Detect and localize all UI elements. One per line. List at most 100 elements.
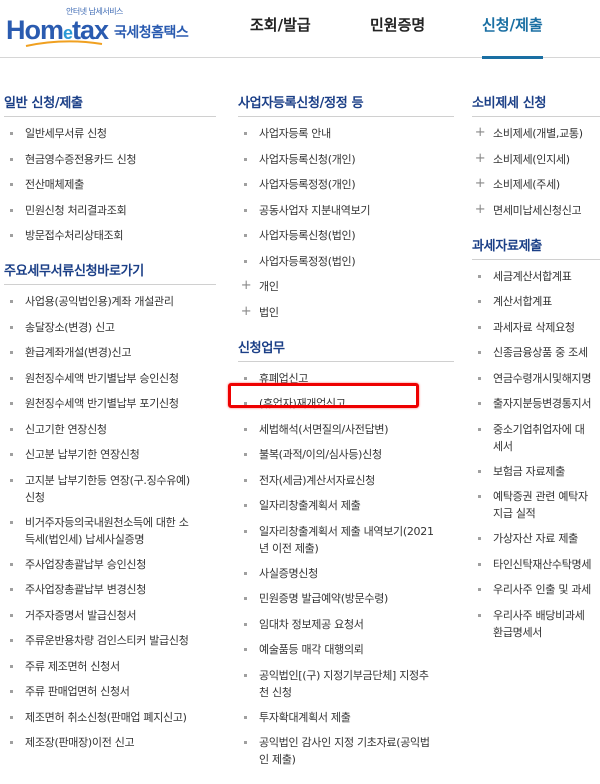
menu-link-label: 원천징수세액 반기별납부 승인신청	[25, 371, 179, 385]
menu-link[interactable]: 송달장소(변경) 신고	[4, 319, 216, 336]
menu-link[interactable]: 연금수령개시및해지명	[472, 370, 600, 387]
menu-link[interactable]: 공익법인[(구) 지정기부금단체] 지정추 천 신청	[238, 667, 454, 701]
plus-icon: +	[474, 150, 486, 166]
menu-link[interactable]: + 개인	[238, 278, 454, 295]
menu-link[interactable]: 사업자등록정정(법인)	[238, 253, 454, 270]
menu-link[interactable]: 일자리창출계획서 제출 내역보기(2021 년 이전 제출)	[238, 523, 454, 557]
menu-link[interactable]: 전산매체제출	[4, 176, 216, 193]
menu-link-label: 일자리창출계획서 제출	[259, 499, 361, 512]
menu-link[interactable]: 일반세무서류 신청	[4, 125, 216, 142]
menu-link[interactable]: 신종금융상품 중 조세	[472, 344, 600, 361]
menu-link[interactable]: 제조면허 취소신청(판매업 폐지신고)	[4, 709, 216, 726]
menu-link[interactable]: 사업자등록신청(개인)	[238, 151, 454, 168]
menu-link-label: 소비제세(주세)	[493, 178, 560, 191]
nav-tab-inquiry[interactable]: 조회/발급	[250, 0, 311, 58]
menu-link[interactable]: 민원증명 발급예약(방문수령)	[238, 590, 454, 607]
column-business-registration: 사업자등록신청/정정 등사업자등록 안내사업자등록신청(개인) 사업자등록정정(개…	[238, 92, 454, 776]
section-title: 사업자등록신청/정정 등	[238, 96, 364, 111]
menu-link-label: 방문접수처리상태조회	[25, 229, 124, 242]
menu-link[interactable]: + 소비제세(개별,교통)	[472, 125, 600, 142]
menu-link[interactable]: 계산서합계표	[472, 293, 600, 310]
menu-link[interactable]: 타인신탁재산수탁명세	[472, 556, 600, 573]
menu-link-label: 주사업장총괄납부 승인신청	[25, 557, 147, 571]
section-title: 주요세무서류신청바로가기	[4, 264, 144, 279]
menu-link[interactable]: 고지분 납부기한등 연장(구.징수유예) 신청	[4, 472, 216, 506]
menu-link-label: 임대차 정보제공 요청서	[259, 617, 364, 631]
menu-link[interactable]: 세법해석(서면질의/사전답변)	[238, 421, 454, 438]
menu-section: 소비제세 신청 + 소비제세(개별,교통) + 소비제세(인지세) + 소비제세(주세) + 면…	[472, 92, 600, 219]
hometax-logo[interactable]: 안터넷 납세서비스 Hometax 국세청홈택스	[6, 6, 196, 50]
menu-link-label: 민원증명 발급예약(방문수령)	[259, 592, 389, 605]
menu-link-label: 사실증명신청	[259, 566, 318, 580]
menu-link-label: 투자확대계획서 제출	[259, 710, 351, 724]
menu-link[interactable]: 우리사주 인출 및 과세	[472, 581, 600, 598]
menu-link[interactable]: + 소비제세(인지세)	[472, 151, 600, 168]
menu-link-label: 사업용(공익법인용)계좌 개설관리	[25, 295, 174, 308]
menu-link[interactable]: 주사업장총괄납부 승인신청	[4, 556, 216, 573]
menu-link-label: 공동사업자 지분내역보기	[259, 203, 371, 217]
menu-link[interactable]: + 소비제세(주세)	[472, 176, 600, 193]
menu-link-label: 제조장(판매장)이전 신고	[25, 736, 135, 749]
section-title: 소비제세 신청	[472, 96, 547, 111]
menu-link-label: 주사업장총괄납부 변경신청	[25, 583, 147, 596]
menu-link[interactable]: 주사업장총괄납부 변경신청	[4, 581, 216, 598]
menu-link[interactable]: 현금영수증전용카드 신청	[4, 151, 216, 168]
menu-link[interactable]: 비거주자등의국내원천소득에 대한 소 득세(법인세) 납세사실증명	[4, 514, 216, 548]
menu-link[interactable]: 예탁증권 관련 예탁자 지급 실적	[472, 488, 600, 522]
menu-link-label: 비거주자등의국내원천소득에 대한 소 득세(법인세) 납세사실증명	[25, 515, 189, 546]
menu-link[interactable]: 불복(과적/이의/심사등)신청	[238, 446, 454, 463]
menu-link[interactable]: 일자리창출계획서 제출	[238, 497, 454, 514]
menu-link[interactable]: 예술품등 매각 대행의뢰	[238, 641, 454, 658]
menu-link[interactable]: 제조장(판매장)이전 신고	[4, 734, 216, 751]
menu-link[interactable]: 보험금 자료제출	[472, 463, 600, 480]
menu-section: 일반 신청/제출일반세무서류 신청현금영수증전용카드 신청전산매체제출민원신청 …	[4, 92, 216, 244]
menu-link[interactable]: 공익법인 감사인 지정 기초자료(공익법 인 제출)	[238, 734, 454, 768]
menu-link[interactable]: 신고분 납부기한 연장신청	[4, 446, 216, 463]
menu-link-label: 과세자료 삭제요청	[493, 320, 575, 334]
menu-link[interactable]: + 법인	[238, 304, 454, 321]
menu-link[interactable]: 사업자등록신청(법인)	[238, 227, 454, 244]
menu-link[interactable]: 공동사업자 지분내역보기	[238, 202, 454, 219]
menu-link[interactable]: 투자확대계획서 제출	[238, 709, 454, 726]
menu-link[interactable]: 사업자등록정정(개인)	[238, 176, 454, 193]
menu-link-label: 환급계좌개설(변경)신고	[25, 346, 132, 359]
menu-link[interactable]: 주류운반용차량 검인스티커 발급신청	[4, 632, 216, 649]
menu-link-label: 보험금 자료제출	[493, 464, 565, 478]
menu-link[interactable]: 출자지분등변경통지서	[472, 395, 600, 412]
nav-tab-application[interactable]: 신청/제출	[482, 0, 543, 59]
menu-link[interactable]: 전자(세금)계산서자료신청	[238, 472, 454, 489]
menu-link[interactable]: 민원신청 처리결과조회	[4, 202, 216, 219]
menu-link[interactable]: 우리사주 배당비과세 환급명세서	[472, 607, 600, 641]
section-title: 일반 신청/제출	[4, 96, 83, 111]
menu-link[interactable]: 주류 판매업면허 신청서	[4, 683, 216, 700]
menu-link[interactable]: 중소기업취업자에 대 세서	[472, 421, 600, 455]
logo-swoosh-icon	[25, 40, 103, 47]
menu-link-label: 전산매체제출	[25, 178, 84, 191]
menu-link[interactable]: 원천징수세액 반기별납부 승인신청	[4, 370, 216, 387]
menu-link[interactable]: 신고기한 연장신청	[4, 421, 216, 438]
menu-link[interactable]: 임대차 정보제공 요청서	[238, 616, 454, 633]
menu-link[interactable]: 과세자료 삭제요청	[472, 319, 600, 336]
menu-link[interactable]: 세금계산서합계표	[472, 268, 600, 285]
menu-link-label: 공익법인 감사인 지정 기초자료(공익법 인 제출)	[259, 736, 430, 766]
menu-link-label: 세법해석(서면질의/사전답변)	[259, 422, 389, 436]
menu-link-label: 고지분 납부기한등 연장(구.징수유예) 신청	[25, 473, 190, 504]
plus-icon: +	[474, 176, 486, 191]
menu-link-label: 우리사주 인출 및 과세	[493, 583, 591, 596]
menu-link[interactable]: 사업용(공익법인용)계좌 개설관리	[4, 293, 216, 310]
menu-link[interactable]: 거주자증명서 발급신청서	[4, 607, 216, 624]
menu-link[interactable]: 원천징수세액 반기별납부 포기신청	[4, 395, 216, 412]
menu-link-label: 민원신청 처리결과조회	[25, 203, 127, 217]
menu-link[interactable]: + 면세미납세신청신고	[472, 202, 600, 219]
menu-link[interactable]: 주류 제조면허 신청서	[4, 658, 216, 675]
menu-link[interactable]: 가상자산 자료 제출	[472, 530, 600, 547]
menu-link-label: 법인	[259, 305, 279, 319]
menu-link-label: 신고기한 연장신청	[25, 422, 107, 436]
menu-link[interactable]: 사실증명신청	[238, 565, 454, 582]
nav-tab-certificate[interactable]: 민원증명	[370, 0, 425, 58]
menu-link[interactable]: 사업자등록 안내	[238, 125, 454, 142]
menu-link[interactable]: 환급계좌개설(변경)신고	[4, 344, 216, 361]
menu-link[interactable]: 방문접수처리상태조회	[4, 227, 216, 244]
menu-link-label: 가상자산 자료 제출	[493, 532, 578, 545]
menu-link-label: 사업자등록신청(법인)	[259, 229, 356, 242]
